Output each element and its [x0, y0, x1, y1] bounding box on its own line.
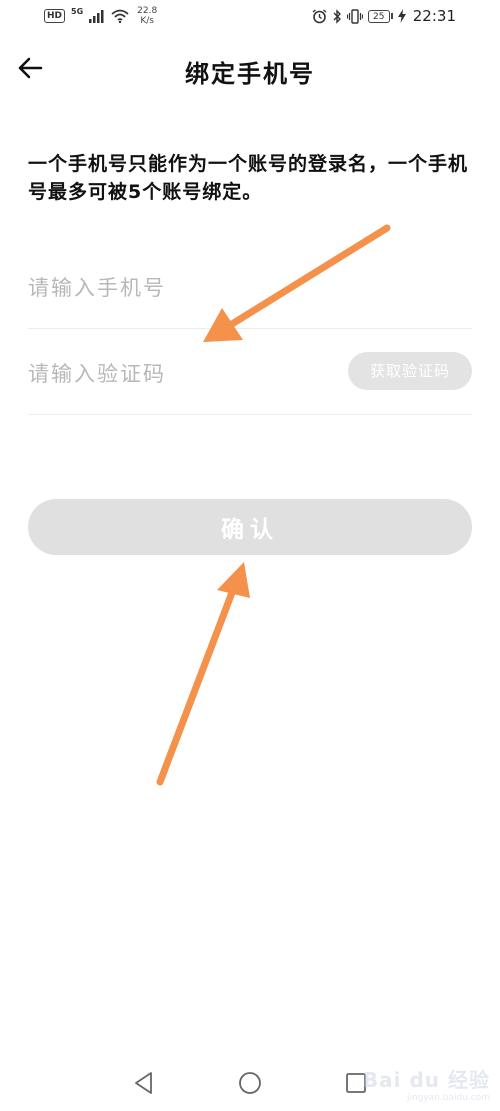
- network-speed: 22.8 K/s: [137, 6, 157, 26]
- signal-icon: [89, 9, 104, 23]
- network-speed-unit: K/s: [140, 16, 154, 26]
- network-type: 5G: [71, 6, 84, 16]
- watermark: Bai du 经验 jingyan.baidu.com: [363, 1064, 490, 1103]
- circle-home-icon[interactable]: [237, 1070, 263, 1096]
- status-bar: HD 5G 22.8 K/s 25 22:31: [0, 0, 500, 36]
- network-speed-value: 22.8: [137, 6, 158, 16]
- status-right: 25 22:31: [312, 7, 456, 25]
- triangle-back-icon[interactable]: [131, 1070, 157, 1096]
- charging-icon: [397, 9, 406, 23]
- alarm-icon: [312, 8, 327, 23]
- battery-tip: [390, 13, 393, 19]
- battery-level: 25: [367, 9, 390, 23]
- status-left: HD 5G 22.8 K/s: [44, 6, 157, 26]
- binding-description: 一个手机号只能作为一个账号的登录名，一个手机号最多可被5个账号绑定。: [28, 153, 469, 203]
- verification-code-input[interactable]: [28, 354, 328, 394]
- get-code-button[interactable]: 获取验证码: [348, 352, 472, 390]
- page-title: 绑定手机号: [185, 60, 315, 88]
- clock: 22:31: [412, 7, 456, 25]
- code-field: 获取验证码: [28, 330, 472, 415]
- annotation-arrow-confirm: [156, 562, 250, 786]
- hd-badge: HD: [44, 9, 66, 23]
- confirm-button[interactable]: 确认: [28, 499, 472, 555]
- phone-input[interactable]: [28, 268, 328, 308]
- watermark-logo: Bai du 经验: [362, 1068, 490, 1092]
- bluetooth-icon: [333, 8, 341, 24]
- wifi-icon: [111, 9, 129, 23]
- nav-header: 绑定手机号: [0, 40, 500, 96]
- vibrate-icon: [346, 8, 363, 24]
- phone-field: [28, 244, 472, 329]
- watermark-url: jingyan.baidu.com: [406, 1093, 490, 1103]
